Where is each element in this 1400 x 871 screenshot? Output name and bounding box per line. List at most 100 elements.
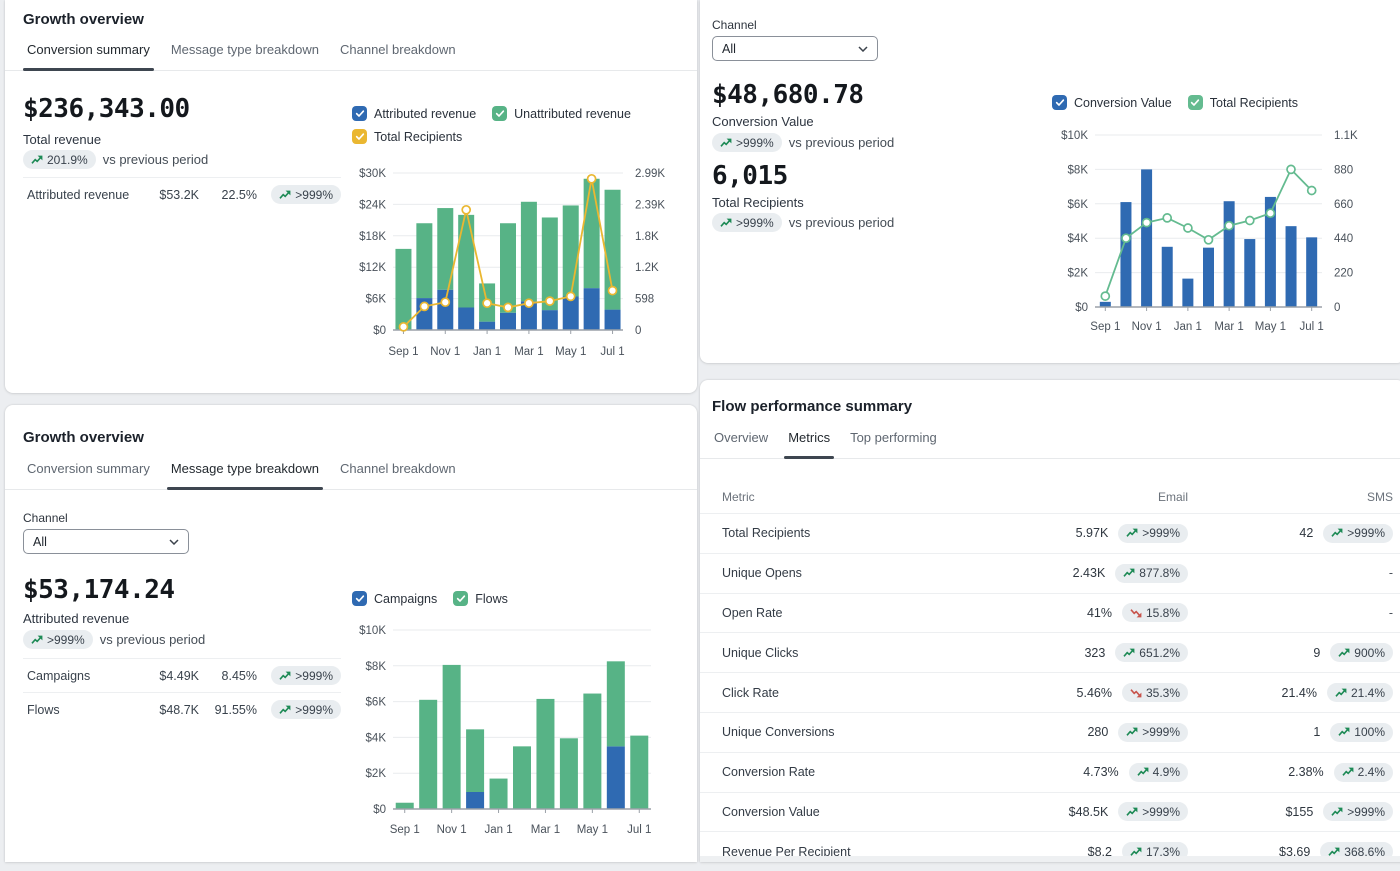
checkbox-checked-icon xyxy=(453,591,468,606)
trend-badge: >999% xyxy=(23,630,93,649)
conversion-value-chart: $0$2K$4K$6K$8K$10K02204406608801.1KSep 1… xyxy=(1050,125,1395,345)
column-header-metric: Metric xyxy=(722,490,908,504)
cell-value: 42 xyxy=(1299,526,1313,540)
legend-item-conversion-value[interactable]: Conversion Value xyxy=(1052,95,1172,110)
col-sms: 42 >999% xyxy=(1188,524,1393,543)
svg-text:2.99K: 2.99K xyxy=(635,168,665,180)
trend-value: 35.3% xyxy=(1146,686,1180,700)
trend-badge: >999% xyxy=(1118,723,1188,742)
legend-label: Conversion Value xyxy=(1074,96,1172,110)
trend-badge: 15.8% xyxy=(1122,603,1188,622)
trend-value: >999% xyxy=(1142,725,1180,739)
growth-bottom-tabs: Conversion summary Message type breakdow… xyxy=(5,455,697,490)
trend-up-icon xyxy=(1335,688,1347,698)
trend-badge: >999% xyxy=(1323,524,1393,543)
trend-up-icon xyxy=(1126,727,1138,737)
legend-item-total-recipients[interactable]: Total Recipients xyxy=(352,129,462,144)
trend-badge: 900% xyxy=(1330,643,1393,662)
column-header-sms: SMS xyxy=(1188,490,1393,504)
svg-text:$6K: $6K xyxy=(366,697,387,709)
breakdown-share: 8.45% xyxy=(199,669,257,683)
tab-channel-breakdown[interactable]: Channel breakdown xyxy=(338,36,458,70)
total-revenue-label: Total revenue xyxy=(23,132,101,147)
svg-text:$8K: $8K xyxy=(366,661,387,673)
table-row: Unique Opens2.43K877.8%- xyxy=(700,553,1400,593)
legend-item-total-recipients[interactable]: Total Recipients xyxy=(1188,95,1298,110)
metric-name: Unique Clicks xyxy=(722,646,908,660)
svg-text:Mar 1: Mar 1 xyxy=(531,824,560,836)
legend-label: Unattributed revenue xyxy=(514,107,631,121)
cell-value: 2.38% xyxy=(1288,765,1323,779)
trend-up-icon xyxy=(1126,528,1138,538)
trend-up-icon xyxy=(1137,767,1149,777)
channel-select[interactable]: All xyxy=(23,529,189,554)
tab-conversion-summary[interactable]: Conversion summary xyxy=(25,36,152,70)
tab-top-performing[interactable]: Top performing xyxy=(848,424,939,458)
growth-top-tabs: Conversion summary Message type breakdow… xyxy=(5,36,697,71)
vs-previous-period-label: vs previous period xyxy=(789,215,895,230)
trend-badge: 4.9% xyxy=(1129,763,1188,782)
breakdown-value: $48.7K xyxy=(137,703,199,717)
svg-text:0: 0 xyxy=(635,325,641,337)
svg-text:220: 220 xyxy=(1334,268,1353,280)
tab-conversion-summary[interactable]: Conversion summary xyxy=(25,455,152,489)
legend-item-flows[interactable]: Flows xyxy=(453,591,508,606)
revenue-breakdown-list: Attributed revenue$53.2K22.5%>999% xyxy=(23,177,341,211)
metric-name: Open Rate xyxy=(722,606,908,620)
trend-value: 900% xyxy=(1354,646,1385,660)
chart-legend: Conversion Value Total Recipients xyxy=(1052,95,1298,110)
legend-item-unattributed-revenue[interactable]: Unattributed revenue xyxy=(492,106,631,121)
table-row: Total Recipients5.97K>999%42>999% xyxy=(700,513,1400,553)
tab-message-type-breakdown[interactable]: Message type breakdown xyxy=(169,36,321,70)
metric-name: Conversion Rate xyxy=(722,765,908,779)
metric-name: Click Rate xyxy=(722,686,908,700)
trend-value: >999% xyxy=(1142,526,1180,540)
svg-text:1.8K: 1.8K xyxy=(635,231,659,243)
trend-up-icon xyxy=(1123,568,1135,578)
svg-text:May 1: May 1 xyxy=(1255,321,1286,333)
trend-value: 877.8% xyxy=(1139,566,1180,580)
checkbox-checked-icon xyxy=(352,591,367,606)
trend-badge: 201.9% xyxy=(23,150,96,169)
tab-overview[interactable]: Overview xyxy=(712,424,770,458)
col-sms: 2.38% 2.4% xyxy=(1188,763,1393,782)
col-sms: - xyxy=(1188,606,1393,620)
breakdown-row: Flows$48.7K91.55%>999% xyxy=(23,692,341,726)
cell-value: 21.4% xyxy=(1282,686,1317,700)
legend-label: Attributed revenue xyxy=(374,107,476,121)
svg-text:$0: $0 xyxy=(373,325,386,337)
trend-badge: 35.3% xyxy=(1122,683,1188,702)
tab-channel-breakdown[interactable]: Channel breakdown xyxy=(338,455,458,489)
channel-select[interactable]: All xyxy=(712,36,878,61)
svg-text:598: 598 xyxy=(635,294,654,306)
svg-text:$8K: $8K xyxy=(1068,164,1089,176)
svg-text:Nov 1: Nov 1 xyxy=(1132,321,1162,333)
trend-value: 2.4% xyxy=(1358,765,1385,779)
legend-item-attributed-revenue[interactable]: Attributed revenue xyxy=(352,106,476,121)
checkbox-checked-icon xyxy=(492,106,507,121)
chevron-down-icon xyxy=(169,539,179,545)
trend-up-icon xyxy=(720,218,732,228)
col-sms: 1100% xyxy=(1188,723,1393,742)
legend-item-campaigns[interactable]: Campaigns xyxy=(352,591,437,606)
metrics-table-body: Total Recipients5.97K>999%42>999%Unique … xyxy=(700,513,1400,871)
svg-text:$6K: $6K xyxy=(1068,199,1089,211)
conversion-value-metric: $48,680.78 xyxy=(712,80,864,110)
svg-text:440: 440 xyxy=(1334,233,1353,245)
svg-text:Jul 1: Jul 1 xyxy=(600,346,624,358)
svg-text:880: 880 xyxy=(1334,164,1353,176)
tab-metrics[interactable]: Metrics xyxy=(786,424,832,458)
tab-message-type-breakdown[interactable]: Message type breakdown xyxy=(169,455,321,489)
message-type-breakdown-list: Campaigns$4.49K8.45%>999%Flows$48.7K91.5… xyxy=(23,658,341,726)
trend-value: 4.9% xyxy=(1153,765,1180,779)
trend-up-icon xyxy=(279,671,291,681)
cell-value: 2.43K xyxy=(1073,566,1106,580)
channel-select-value: All xyxy=(722,42,736,56)
trend-up-icon xyxy=(1331,807,1343,817)
svg-text:Nov 1: Nov 1 xyxy=(437,824,467,836)
cell-value: $155 xyxy=(1285,805,1313,819)
chart-legend: Attributed revenue Unattributed revenue To… xyxy=(352,106,682,144)
col-email: 41%15.8% xyxy=(908,603,1188,622)
svg-text:660: 660 xyxy=(1334,199,1353,211)
breakdown-row: Campaigns$4.49K8.45%>999% xyxy=(23,658,341,692)
